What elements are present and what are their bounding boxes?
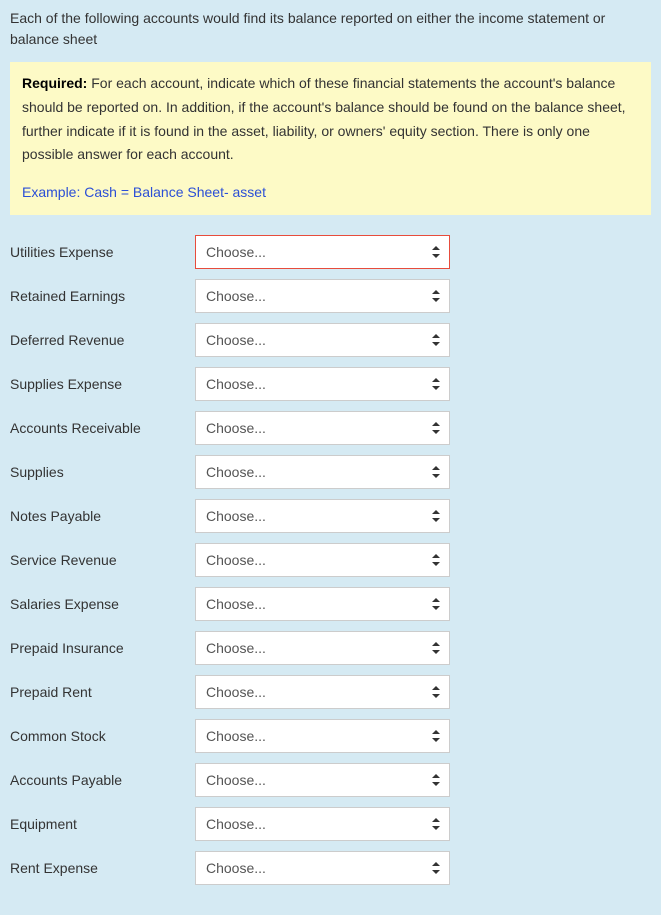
account-select[interactable]: Choose... <box>195 631 450 665</box>
account-select[interactable]: Choose... <box>195 587 450 621</box>
account-row: Supplies ExpenseChoose... <box>10 367 651 401</box>
account-label: Supplies <box>10 464 195 480</box>
account-select[interactable]: Choose... <box>195 807 450 841</box>
account-row: Accounts ReceivableChoose... <box>10 411 651 445</box>
account-select[interactable]: Choose... <box>195 323 450 357</box>
account-label: Supplies Expense <box>10 376 195 392</box>
account-select[interactable]: Choose... <box>195 719 450 753</box>
account-row: Service RevenueChoose... <box>10 543 651 577</box>
select-wrapper: Choose... <box>195 631 450 665</box>
required-text: For each account, indicate which of thes… <box>22 75 626 162</box>
account-label: Accounts Payable <box>10 772 195 788</box>
account-select[interactable]: Choose... <box>195 455 450 489</box>
select-wrapper: Choose... <box>195 323 450 357</box>
account-row: Rent ExpenseChoose... <box>10 851 651 885</box>
account-row: Deferred RevenueChoose... <box>10 323 651 357</box>
select-wrapper: Choose... <box>195 851 450 885</box>
select-wrapper: Choose... <box>195 763 450 797</box>
account-select[interactable]: Choose... <box>195 851 450 885</box>
account-select[interactable]: Choose... <box>195 543 450 577</box>
account-row: Notes PayableChoose... <box>10 499 651 533</box>
account-select[interactable]: Choose... <box>195 279 450 313</box>
account-label: Equipment <box>10 816 195 832</box>
account-select[interactable]: Choose... <box>195 499 450 533</box>
account-row: Prepaid InsuranceChoose... <box>10 631 651 665</box>
account-row: Retained EarningsChoose... <box>10 279 651 313</box>
account-row: Prepaid RentChoose... <box>10 675 651 709</box>
account-row: SuppliesChoose... <box>10 455 651 489</box>
account-select[interactable]: Choose... <box>195 675 450 709</box>
required-box: Required: For each account, indicate whi… <box>10 62 651 215</box>
account-label: Prepaid Insurance <box>10 640 195 656</box>
accounts-list: Utilities ExpenseChoose...Retained Earni… <box>10 235 651 885</box>
account-label: Utilities Expense <box>10 244 195 260</box>
account-row: Accounts PayableChoose... <box>10 763 651 797</box>
select-wrapper: Choose... <box>195 455 450 489</box>
select-wrapper: Choose... <box>195 367 450 401</box>
account-label: Prepaid Rent <box>10 684 195 700</box>
account-label: Common Stock <box>10 728 195 744</box>
select-wrapper: Choose... <box>195 279 450 313</box>
account-label: Deferred Revenue <box>10 332 195 348</box>
select-wrapper: Choose... <box>195 499 450 533</box>
required-label: Required: <box>22 75 87 91</box>
select-wrapper: Choose... <box>195 235 450 269</box>
select-wrapper: Choose... <box>195 807 450 841</box>
account-row: Utilities ExpenseChoose... <box>10 235 651 269</box>
account-select[interactable]: Choose... <box>195 367 450 401</box>
select-wrapper: Choose... <box>195 543 450 577</box>
select-wrapper: Choose... <box>195 675 450 709</box>
select-wrapper: Choose... <box>195 719 450 753</box>
account-select[interactable]: Choose... <box>195 235 450 269</box>
account-label: Service Revenue <box>10 552 195 568</box>
account-row: EquipmentChoose... <box>10 807 651 841</box>
account-row: Salaries ExpenseChoose... <box>10 587 651 621</box>
select-wrapper: Choose... <box>195 411 450 445</box>
example-text: Example: Cash = Balance Sheet- asset <box>22 181 639 205</box>
select-wrapper: Choose... <box>195 587 450 621</box>
account-row: Common StockChoose... <box>10 719 651 753</box>
intro-text: Each of the following accounts would fin… <box>10 8 651 50</box>
account-select[interactable]: Choose... <box>195 763 450 797</box>
account-label: Notes Payable <box>10 508 195 524</box>
account-label: Accounts Receivable <box>10 420 195 436</box>
account-label: Rent Expense <box>10 860 195 876</box>
account-label: Salaries Expense <box>10 596 195 612</box>
account-label: Retained Earnings <box>10 288 195 304</box>
account-select[interactable]: Choose... <box>195 411 450 445</box>
